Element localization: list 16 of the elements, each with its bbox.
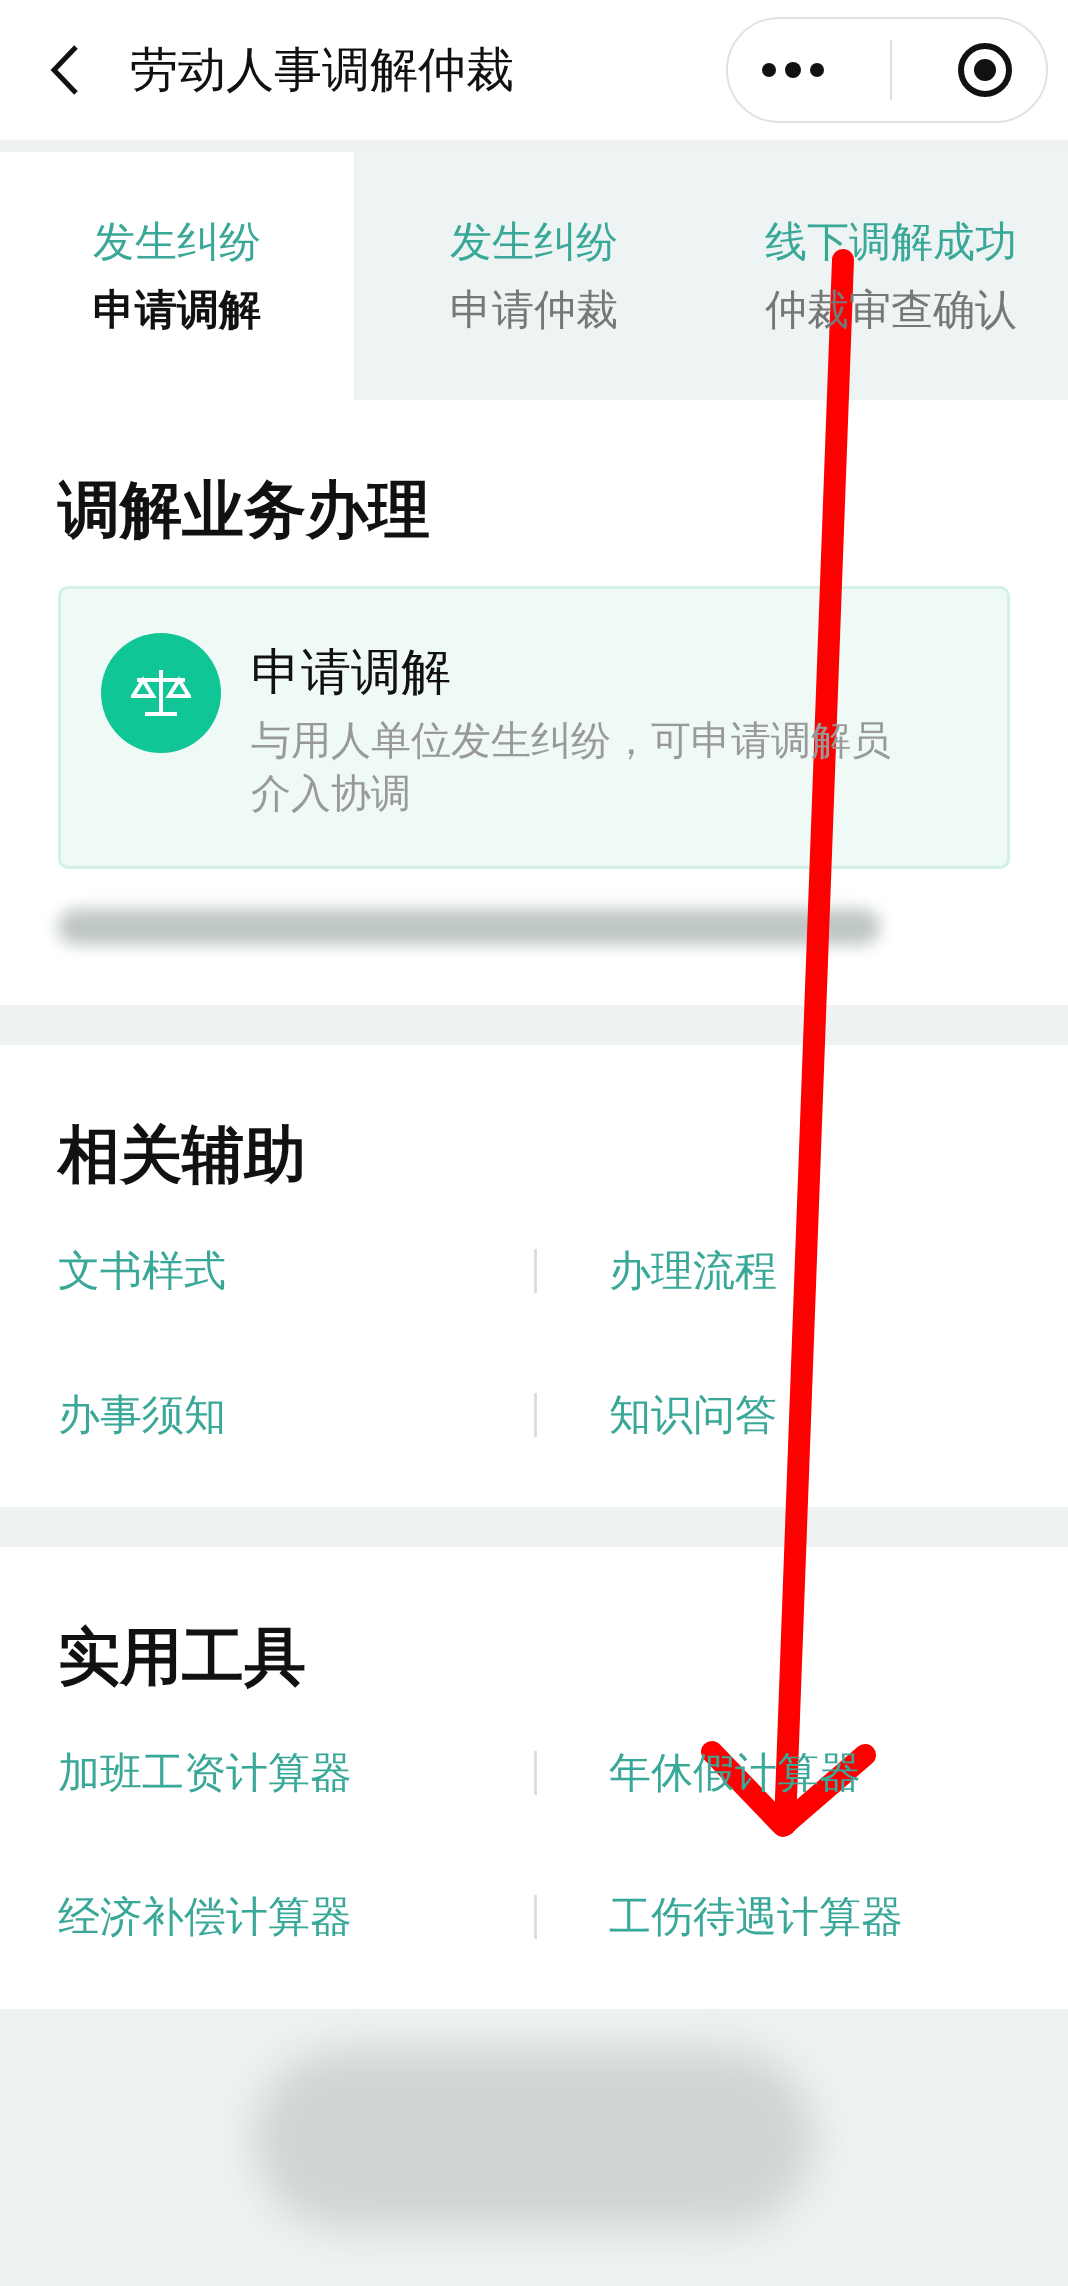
section-title: 实用工具	[58, 1618, 307, 1695]
link[interactable]: 经济补偿计算器	[58, 1888, 352, 1945]
link[interactable]: 知识问答	[609, 1386, 777, 1443]
back-icon[interactable]	[50, 44, 80, 96]
close-icon[interactable]	[957, 42, 1014, 98]
section-title: 相关辅助	[58, 1116, 307, 1193]
link[interactable]: 加班工资计算器	[58, 1744, 352, 1801]
link[interactable]: 工伤待遇计算器	[609, 1888, 903, 1945]
card-title: 申请调解	[251, 642, 452, 703]
link[interactable]: 文书样式	[58, 1242, 226, 1299]
section-title: 调解业务办理	[58, 472, 431, 548]
link[interactable]: 办事须知	[58, 1386, 226, 1443]
more-icon[interactable]	[760, 62, 825, 78]
page-title: 劳动人事调解仲裁	[130, 40, 515, 99]
tab[interactable]: 发生纠纷 申请调解	[0, 152, 354, 400]
link[interactable]: 办理流程	[609, 1242, 777, 1299]
